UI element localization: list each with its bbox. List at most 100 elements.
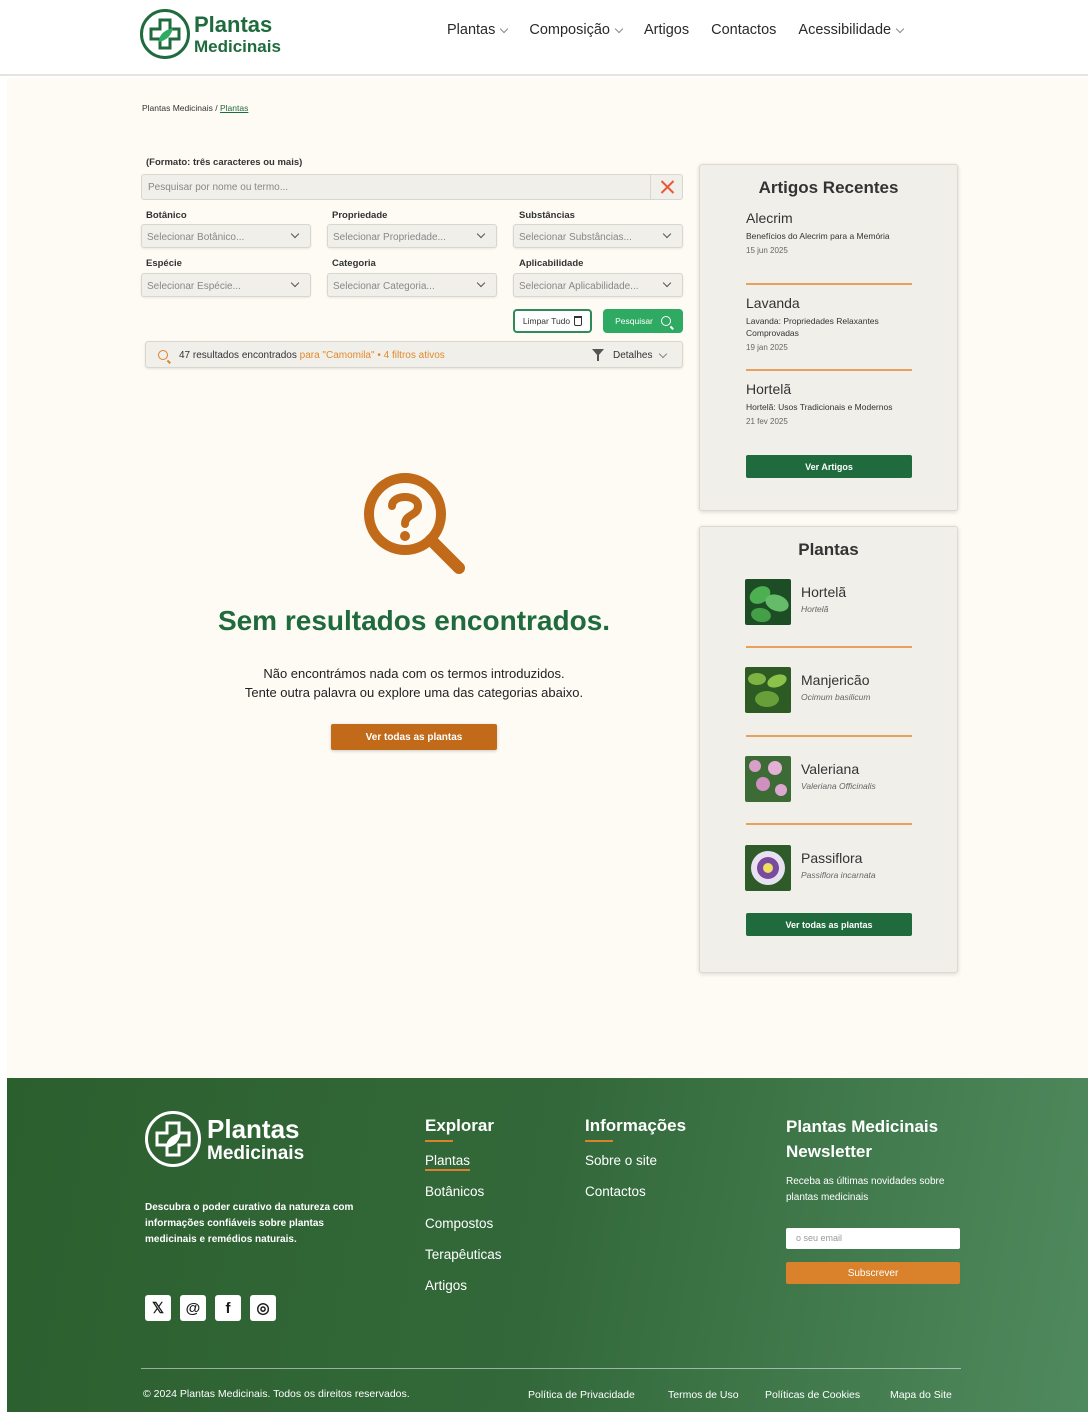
footer-link-sobre[interactable]: Sobre o site — [585, 1153, 657, 1168]
article-item[interactable]: Lavanda Lavanda: Propriedades Relaxantes… — [746, 295, 912, 352]
search-button[interactable]: Pesquisar — [603, 309, 683, 333]
footer-link-terapeuticas[interactable]: Terapêuticas — [425, 1247, 502, 1262]
filter-select-botanico[interactable]: Selecionar Botânico... — [141, 224, 311, 248]
footer-link-privacy[interactable]: Política de Privacidade — [528, 1389, 635, 1401]
subscribe-button[interactable]: Subscrever — [786, 1262, 960, 1284]
footer-divider — [141, 1368, 961, 1369]
clear-all-button[interactable]: Limpar Tudo — [513, 309, 592, 333]
nav-composicao[interactable]: Composição — [529, 22, 624, 38]
chevron-down-icon — [659, 349, 668, 359]
plant-thumbnail — [745, 579, 791, 625]
site-logo[interactable]: Plantas Medicinais — [140, 9, 281, 59]
results-text: 47 resultados encontrados para "Camomila… — [179, 350, 445, 361]
filter-select-aplicabilidade[interactable]: Selecionar Aplicabilidade... — [513, 273, 683, 297]
search-input[interactable]: Pesquisar por nome ou termo... — [141, 174, 683, 200]
divider — [746, 646, 912, 648]
main-nav: Plantas Composição Artigos Contactos Ace… — [447, 22, 905, 38]
plant-item[interactable]: Passiflora Passiflora incarnata — [745, 845, 915, 893]
filter-funnel-icon — [592, 349, 604, 361]
recent-articles-card: Artigos Recentes Alecrim Benefícios do A… — [699, 164, 958, 511]
no-results-title: Sem resultados encontrados. — [217, 605, 611, 636]
facebook-icon[interactable]: f — [215, 1295, 241, 1321]
plant-item[interactable]: Valeriana Valeriana Officinalis — [745, 756, 915, 804]
details-toggle[interactable]: Detalhes — [613, 349, 668, 361]
footer-link-sitemap[interactable]: Mapa do Site — [890, 1389, 952, 1401]
footer-explore-title: Explorar — [425, 1116, 494, 1142]
threads-icon[interactable]: @ — [180, 1295, 206, 1321]
cross-leaf-icon — [145, 1111, 201, 1167]
chevron-down-icon — [662, 229, 672, 239]
breadcrumb-root[interactable]: Plantas Medicinais — [142, 103, 213, 113]
footer-link-contactos[interactable]: Contactos — [585, 1184, 646, 1199]
logo-text: Plantas Medicinais — [194, 11, 281, 56]
view-articles-button[interactable]: Ver Artigos — [746, 455, 912, 478]
site-footer: Plantas Medicinais Descubra o poder cura… — [7, 1078, 1088, 1412]
footer-link-plantas[interactable]: Plantas — [425, 1153, 471, 1171]
divider — [746, 735, 912, 737]
chevron-down-icon — [476, 229, 486, 239]
filter-label-botanico: Botânico — [146, 210, 187, 221]
close-icon[interactable] — [650, 175, 682, 199]
divider — [746, 823, 912, 825]
divider — [746, 369, 912, 371]
copyright: © 2024 Plantas Medicinais. Todos os dire… — [143, 1388, 410, 1400]
view-all-plants-button[interactable]: Ver todas as plantas — [746, 913, 912, 936]
plants-card-title: Plantas — [798, 540, 859, 559]
footer-link-cookies[interactable]: Políticas de Cookies — [765, 1389, 860, 1401]
chevron-down-icon — [500, 24, 509, 33]
filter-label-aplicabilidade: Aplicabilidade — [519, 258, 584, 269]
search-label: (Formato: três caracteres ou mais) — [146, 157, 303, 168]
nav-acessibilidade[interactable]: Acessibilidade — [798, 22, 905, 38]
filter-select-substancias[interactable]: Selecionar Substâncias... — [513, 224, 683, 248]
plant-item[interactable]: Manjericão Ocimum basilicum — [745, 667, 915, 715]
article-item[interactable]: Hortelã Hortelã: Usos Tradicionais e Mod… — [746, 381, 912, 426]
plant-thumbnail — [745, 756, 791, 802]
search-placeholder: Pesquisar por nome ou termo... — [148, 182, 289, 193]
plant-thumbnail — [745, 845, 791, 891]
search-icon — [660, 316, 671, 326]
nav-contactos[interactable]: Contactos — [711, 22, 776, 38]
filter-label-substancias: Substâncias — [519, 210, 575, 221]
instagram-icon[interactable]: ◎ — [250, 1295, 276, 1321]
filter-select-especie[interactable]: Selecionar Espécie... — [141, 273, 311, 297]
footer-info-title: Informações — [585, 1116, 686, 1142]
x-icon[interactable]: 𝕏 — [145, 1295, 171, 1321]
filter-select-propriedade[interactable]: Selecionar Propriedade... — [327, 224, 497, 248]
plants-card: Plantas Hortelã Hortelã Manjericão Ocimu… — [699, 526, 958, 973]
footer-link-compostos[interactable]: Compostos — [425, 1216, 493, 1231]
chevron-down-icon — [662, 278, 672, 288]
filter-label-categoria: Categoria — [332, 258, 376, 269]
article-item[interactable]: Alecrim Benefícios do Alecrim para a Mem… — [746, 210, 912, 255]
newsletter-text: Receba as últimas novidades sobre planta… — [786, 1176, 945, 1203]
recent-articles-title: Artigos Recentes — [758, 178, 899, 197]
filter-select-categoria[interactable]: Selecionar Categoria... — [327, 273, 497, 297]
newsletter-email-input[interactable]: o seu email — [786, 1228, 960, 1249]
trash-icon — [574, 316, 583, 326]
view-all-plants-button[interactable]: Ver todas as plantas — [331, 724, 497, 750]
divider — [746, 283, 912, 285]
chevron-down-icon — [290, 278, 300, 288]
filter-label-especie: Espécie — [146, 258, 182, 269]
footer-link-botanicos[interactable]: Botânicos — [425, 1184, 484, 1199]
footer-description: Descubra o poder curativo da natureza co… — [145, 1202, 354, 1245]
chevron-down-icon — [476, 278, 486, 288]
social-links: 𝕏 @ f ◎ — [145, 1295, 276, 1321]
plant-item[interactable]: Hortelã Hortelã — [745, 579, 915, 627]
footer-logo[interactable]: Plantas Medicinais — [145, 1111, 304, 1167]
filter-label-propriedade: Propriedade — [332, 210, 388, 221]
site-header: Plantas Medicinais Plantas Composição Ar… — [0, 0, 1088, 76]
results-summary: 47 resultados encontrados para "Camomila… — [145, 341, 683, 368]
nav-artigos[interactable]: Artigos — [644, 22, 689, 38]
chevron-down-icon — [290, 229, 300, 239]
nav-plantas[interactable]: Plantas — [447, 22, 509, 38]
footer-link-terms[interactable]: Termos de Uso — [668, 1389, 739, 1401]
chevron-down-icon — [614, 24, 624, 33]
no-results-text: Não encontrámos nada com os termos intro… — [244, 666, 584, 700]
cross-leaf-icon — [140, 9, 190, 59]
breadcrumb-current[interactable]: Plantas — [220, 103, 248, 113]
newsletter-title: Plantas Medicinais Newsletter — [786, 1117, 939, 1161]
plant-thumbnail — [745, 667, 791, 713]
chevron-down-icon — [895, 24, 905, 33]
main-content: Plantas Medicinais / Plantas (Formato: t… — [7, 78, 1088, 1078]
footer-link-artigos[interactable]: Artigos — [425, 1278, 467, 1293]
